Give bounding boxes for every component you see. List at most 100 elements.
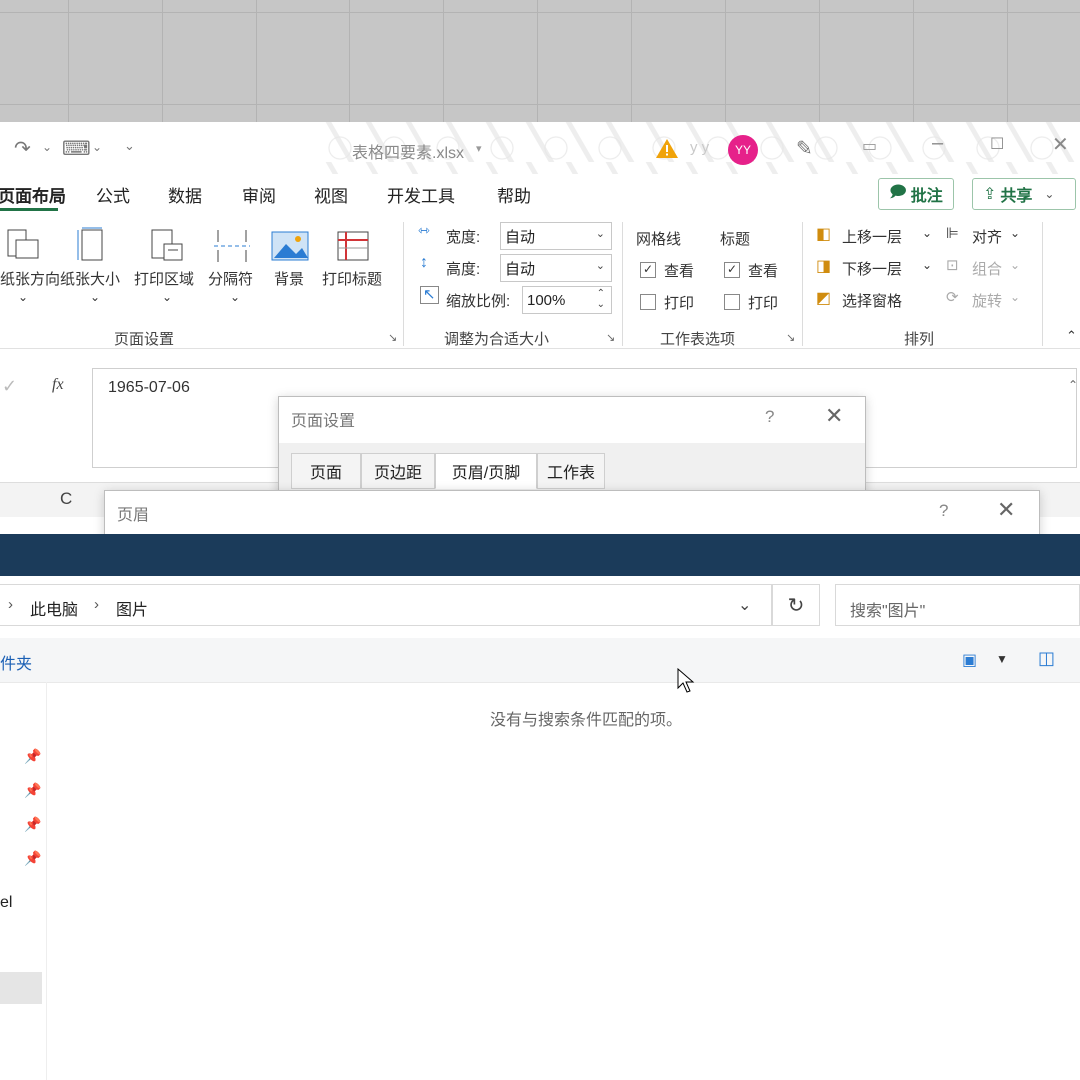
close-icon[interactable]: ✕ <box>1052 132 1069 157</box>
paper-size-dropdown-icon[interactable]: ⌄ <box>90 290 100 304</box>
view-mode-icon[interactable]: ▣ <box>962 650 977 670</box>
headings-view-checkbox[interactable]: ✓ <box>724 262 740 278</box>
headings-view-label: 查看 <box>748 263 779 280</box>
nav-item-partial[interactable]: el <box>0 894 12 912</box>
print-titles-icon[interactable] <box>334 226 374 266</box>
height-select[interactable]: 自动 ⌄ <box>500 254 612 282</box>
collapse-ribbon-icon[interactable]: ⌃ <box>1066 328 1077 344</box>
bring-forward-dropdown-icon[interactable]: ⌄ <box>922 226 932 240</box>
minimize-icon[interactable]: – <box>932 132 943 155</box>
headings-heading: 标题 <box>720 231 751 248</box>
header-help-icon[interactable]: ? <box>939 501 948 521</box>
share-icon: ⇪ <box>983 186 997 203</box>
view-dropdown-icon[interactable]: ▼ <box>996 652 1008 666</box>
warning-icon[interactable] <box>655 137 679 159</box>
pin-icon[interactable]: 📌 <box>24 816 41 833</box>
page-setup-help-icon[interactable]: ? <box>765 407 774 427</box>
address-bar[interactable]: › 此电脑 › 图片 ⌄ <box>0 584 772 626</box>
comments-button[interactable]: 🗩 批注 <box>878 178 954 210</box>
pen-icon[interactable]: ✎ <box>796 136 813 161</box>
pin-icon[interactable]: 📌 <box>24 850 41 867</box>
enter-check-icon[interactable]: ✓ <box>2 376 17 397</box>
background-button[interactable]: 背景 <box>274 268 304 289</box>
print-area-icon[interactable] <box>148 226 188 266</box>
refresh-icon: ↻ <box>787 594 805 617</box>
send-backward-button[interactable]: 下移一层 <box>842 258 902 279</box>
scale-launcher-icon[interactable]: ↘ <box>606 331 615 344</box>
header-close-icon[interactable]: ✕ <box>997 497 1015 523</box>
tab-page-layout[interactable]: 页面布局 <box>0 182 66 207</box>
breaks-icon[interactable] <box>212 226 252 266</box>
background-image-icon[interactable] <box>270 226 310 266</box>
print-area-button[interactable]: 打印区域 <box>134 268 194 289</box>
paper-size-button[interactable]: 纸张大小 <box>60 268 120 289</box>
width-select[interactable]: 自动 ⌄ <box>500 222 612 250</box>
breadcrumb-this-pc[interactable]: 此电脑 <box>30 596 78 620</box>
tab-review[interactable]: 审阅 <box>242 182 276 207</box>
breaks-button[interactable]: 分隔符 <box>208 268 253 289</box>
tab-sheet[interactable]: 工作表 <box>537 453 605 489</box>
breaks-dropdown-icon[interactable]: ⌄ <box>230 290 240 304</box>
headings-print-checkbox[interactable] <box>724 294 740 310</box>
title-dropdown-icon[interactable]: ▾ <box>476 142 482 155</box>
tab-formulas[interactable]: 公式 <box>96 182 130 207</box>
tab-header-footer[interactable]: 页眉/页脚 <box>435 453 537 489</box>
scale-down-icon[interactable]: ⌄ <box>597 299 605 310</box>
width-icon: ⇿ <box>418 222 430 238</box>
touch-dropdown-icon[interactable]: ⌄ <box>92 140 102 154</box>
orientation-dropdown-icon[interactable]: ⌄ <box>18 290 28 304</box>
sheet-options-launcher-icon[interactable]: ↘ <box>786 331 795 344</box>
print-area-dropdown-icon[interactable]: ⌄ <box>162 290 172 304</box>
header-dialog-title: 页眉 <box>117 507 150 524</box>
selection-pane-button[interactable]: 选择窗格 <box>842 290 902 311</box>
orientation-icon[interactable] <box>2 226 42 266</box>
tab-data[interactable]: 数据 <box>168 182 202 207</box>
tab-developer[interactable]: 开发工具 <box>387 182 455 207</box>
customize-qat-icon[interactable]: ⌄ <box>124 138 135 154</box>
tab-help[interactable]: 帮助 <box>497 182 531 207</box>
send-backward-dropdown-icon[interactable]: ⌄ <box>922 258 932 272</box>
maximize-icon[interactable]: ☐ <box>990 134 1004 154</box>
gridlines-view-checkbox[interactable]: ✓ <box>640 262 656 278</box>
breadcrumb-pictures[interactable]: 图片 <box>116 596 148 620</box>
group-dropdown-icon[interactable]: ⌄ <box>1010 258 1020 272</box>
paper-size-icon[interactable] <box>72 226 112 266</box>
orientation-button[interactable]: 纸张方向 <box>0 268 60 289</box>
rotate-button[interactable]: 旋转 <box>972 290 1002 311</box>
bring-forward-button[interactable]: 上移一层 <box>842 226 902 247</box>
preview-pane-icon[interactable]: ◫ <box>1038 648 1055 669</box>
new-folder-button[interactable]: 件夹 <box>0 650 32 674</box>
page-setup-launcher-icon[interactable]: ↘ <box>388 331 397 344</box>
scale-up-icon[interactable]: ⌃ <box>597 288 605 299</box>
refresh-button[interactable]: ↻ <box>772 584 820 626</box>
search-input[interactable]: 搜索"图片" <box>835 584 1080 626</box>
align-button[interactable]: 对齐 <box>972 226 1002 247</box>
expand-formula-icon[interactable]: ⌃ <box>1068 378 1078 392</box>
avatar[interactable]: YY <box>728 135 758 165</box>
redo-dropdown-icon[interactable]: ⌄ <box>42 140 52 154</box>
tab-margins[interactable]: 页边距 <box>361 453 435 489</box>
tab-page[interactable]: 页面 <box>291 453 361 489</box>
share-button[interactable]: ⇪ 共享 ⌄ <box>972 178 1076 210</box>
rotate-dropdown-icon[interactable]: ⌄ <box>1010 290 1020 304</box>
insert-function-icon[interactable]: fx <box>52 376 64 394</box>
gridlines-print-checkbox[interactable] <box>640 294 656 310</box>
page-setup-group-label: 页面设置 <box>114 331 175 348</box>
ribbon-display-icon[interactable]: ▭ <box>862 136 877 156</box>
address-history-dropdown-icon[interactable]: ⌄ <box>738 595 751 615</box>
print-titles-button[interactable]: 打印标题 <box>322 268 382 289</box>
pin-icon[interactable]: 📌 <box>24 782 41 799</box>
redo-icon[interactable]: ↷ <box>14 136 31 161</box>
nav-item-selected[interactable] <box>0 972 42 1004</box>
menu-bar: 页面布局 公式 数据 审阅 视图 开发工具 帮助 🗩 批注 ⇪ 共享 ⌄ <box>0 174 1080 218</box>
scale-spinner[interactable]: 100% ⌃ ⌄ <box>522 286 612 314</box>
height-value: 自动 <box>505 260 536 278</box>
align-dropdown-icon[interactable]: ⌄ <box>1010 226 1020 240</box>
touch-mode-icon[interactable]: ⌨ <box>62 136 91 161</box>
page-setup-close-icon[interactable]: ✕ <box>825 403 843 429</box>
group-button[interactable]: 组合 <box>972 258 1002 279</box>
column-c-header[interactable]: C <box>60 489 72 509</box>
pin-icon[interactable]: 📌 <box>24 748 41 765</box>
tab-view[interactable]: 视图 <box>314 182 348 207</box>
user-name: y y <box>690 139 710 156</box>
